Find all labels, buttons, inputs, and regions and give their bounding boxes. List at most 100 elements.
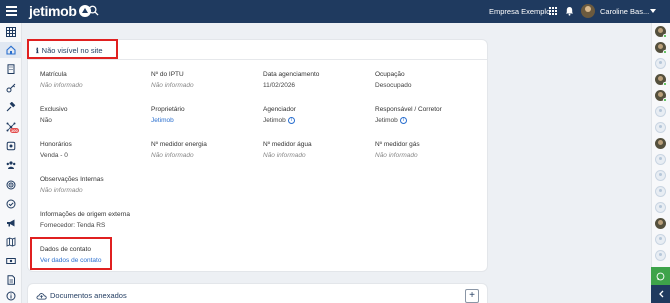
contact-avatar[interactable] xyxy=(655,186,666,197)
contact-avatar[interactable] xyxy=(655,138,666,149)
chevron-down-icon[interactable] xyxy=(650,9,656,13)
check-circle-icon xyxy=(6,199,16,209)
contact-avatar[interactable] xyxy=(655,58,666,69)
field-value: Não informado xyxy=(375,152,418,159)
field-label: Observações Internas xyxy=(40,176,104,183)
field-label: Nº do IPTU xyxy=(151,71,184,78)
sidebar-item-network[interactable]: 100 xyxy=(0,119,22,135)
contact-avatar[interactable] xyxy=(655,202,666,213)
contact-avatar[interactable] xyxy=(655,218,666,229)
field-label: Exclusivo xyxy=(40,106,68,113)
map-icon xyxy=(6,237,16,247)
field-value: Não informado xyxy=(263,152,306,159)
field-label: Nº medidor água xyxy=(263,141,312,148)
top-bar: jetimob Empresa Exemplo Caroline Bas... xyxy=(0,0,670,23)
field-value: Jetimob xyxy=(263,117,286,124)
field-value: Não informado xyxy=(151,152,194,159)
building-icon xyxy=(7,64,15,74)
document-icon xyxy=(7,275,15,285)
sidebar-item-people[interactable] xyxy=(0,157,22,173)
chat-icon xyxy=(656,272,665,280)
field-value: Venda - 0 xyxy=(40,152,68,159)
info-icon[interactable]: i xyxy=(287,117,295,124)
contact-avatar[interactable] xyxy=(655,250,666,261)
owner-link[interactable]: Jetimob xyxy=(151,117,185,124)
highlight-visibility xyxy=(27,39,118,59)
field-label: Ocupação xyxy=(375,71,405,78)
field-matricula: Matrícula Não informado xyxy=(40,71,83,89)
money-icon xyxy=(6,258,16,264)
field-data-agenciamento: Data agenciamento 11/02/2026 xyxy=(263,71,319,89)
field-medidor-energia: Nº medidor energia Não informado xyxy=(151,141,207,159)
field-value: Não informado xyxy=(151,82,194,89)
field-observacoes: Observações Internas Não informado xyxy=(40,176,104,194)
users-icon xyxy=(6,161,16,169)
sidebar-item-map[interactable] xyxy=(0,234,22,250)
contact-avatar[interactable] xyxy=(655,154,666,165)
company-name[interactable]: Empresa Exemplo xyxy=(489,7,550,16)
field-label: Matrícula xyxy=(40,71,67,78)
attached-documents-header[interactable]: Documentos anexados xyxy=(36,291,127,300)
refresh-icon xyxy=(6,141,16,151)
user-avatar[interactable] xyxy=(581,4,595,18)
target-icon xyxy=(6,180,16,190)
info-icon[interactable]: i xyxy=(399,117,407,124)
key-icon xyxy=(6,83,16,93)
hammer-icon xyxy=(6,102,16,112)
contact-avatar[interactable] xyxy=(655,122,666,133)
field-label: Nº medidor energia xyxy=(151,141,207,148)
contact-avatar[interactable] xyxy=(655,106,666,117)
search-icon[interactable] xyxy=(88,5,99,16)
sidebar-item-sync[interactable] xyxy=(0,138,22,154)
field-medidor-gas: Nº medidor gás Não informado xyxy=(375,141,420,159)
field-value: Jetimob xyxy=(375,117,398,124)
field-label: Honorários xyxy=(40,141,72,148)
field-value: Não informado xyxy=(40,82,83,89)
field-ocupacao: Ocupação Desocupado xyxy=(375,71,412,89)
right-contacts-sidebar xyxy=(651,23,670,303)
contact-avatar[interactable] xyxy=(655,90,667,102)
whatsapp-button[interactable] xyxy=(651,267,670,285)
app-logo[interactable]: jetimob xyxy=(29,3,91,19)
add-document-button[interactable]: + xyxy=(465,289,479,303)
sidebar-item-auction[interactable] xyxy=(0,99,22,115)
contact-avatar[interactable] xyxy=(655,170,666,181)
field-exclusivo: Exclusivo Não xyxy=(40,106,67,124)
sidebar-item-help[interactable] xyxy=(0,288,22,303)
field-proprietario: Proprietário Jetimob xyxy=(151,106,185,124)
contact-avatar[interactable] xyxy=(655,42,667,54)
menu-icon[interactable] xyxy=(6,6,17,16)
info-icon xyxy=(6,291,16,301)
online-indicator xyxy=(663,34,667,38)
field-origem-externa: Informações de origem externa Fornecedor… xyxy=(40,211,130,229)
sidebar-item-goals[interactable] xyxy=(0,177,22,193)
field-honorarios: Honorários Venda - 0 xyxy=(40,141,72,159)
sidebar-item-documents[interactable] xyxy=(0,272,22,288)
field-agenciador: Agenciador Jetimob i xyxy=(263,106,296,124)
sidebar-item-home[interactable] xyxy=(0,42,22,58)
online-indicator xyxy=(663,98,667,102)
online-indicator xyxy=(663,50,667,54)
field-responsavel: Responsável / Corretor Jetimob i xyxy=(375,106,442,124)
sidebar-item-keys[interactable] xyxy=(0,80,22,96)
sidebar-item-finance[interactable] xyxy=(0,253,22,269)
sidebar-item-tasks[interactable] xyxy=(0,196,22,212)
sidebar-item-dashboard[interactable] xyxy=(0,24,22,40)
notification-badge: 100 xyxy=(10,128,19,133)
apps-grid-icon[interactable] xyxy=(549,7,557,15)
contact-avatar[interactable] xyxy=(655,74,667,86)
cloud-upload-icon xyxy=(36,292,47,300)
notification-bell-icon[interactable] xyxy=(565,6,574,16)
online-indicator xyxy=(663,82,667,86)
field-value-row: Jetimob i xyxy=(375,117,442,124)
sidebar-item-marketing[interactable] xyxy=(0,215,22,231)
sidebar-item-properties[interactable] xyxy=(0,61,22,77)
contact-avatar[interactable] xyxy=(655,26,667,38)
field-iptu: Nº do IPTU Não informado xyxy=(151,71,194,89)
contact-avatar[interactable] xyxy=(655,234,666,245)
documents-title: Documentos anexados xyxy=(50,291,127,300)
collapse-sidebar-button[interactable] xyxy=(651,285,670,303)
user-name[interactable]: Caroline Bas... xyxy=(600,7,649,16)
home-icon xyxy=(6,45,16,55)
highlight-contact xyxy=(30,237,112,270)
